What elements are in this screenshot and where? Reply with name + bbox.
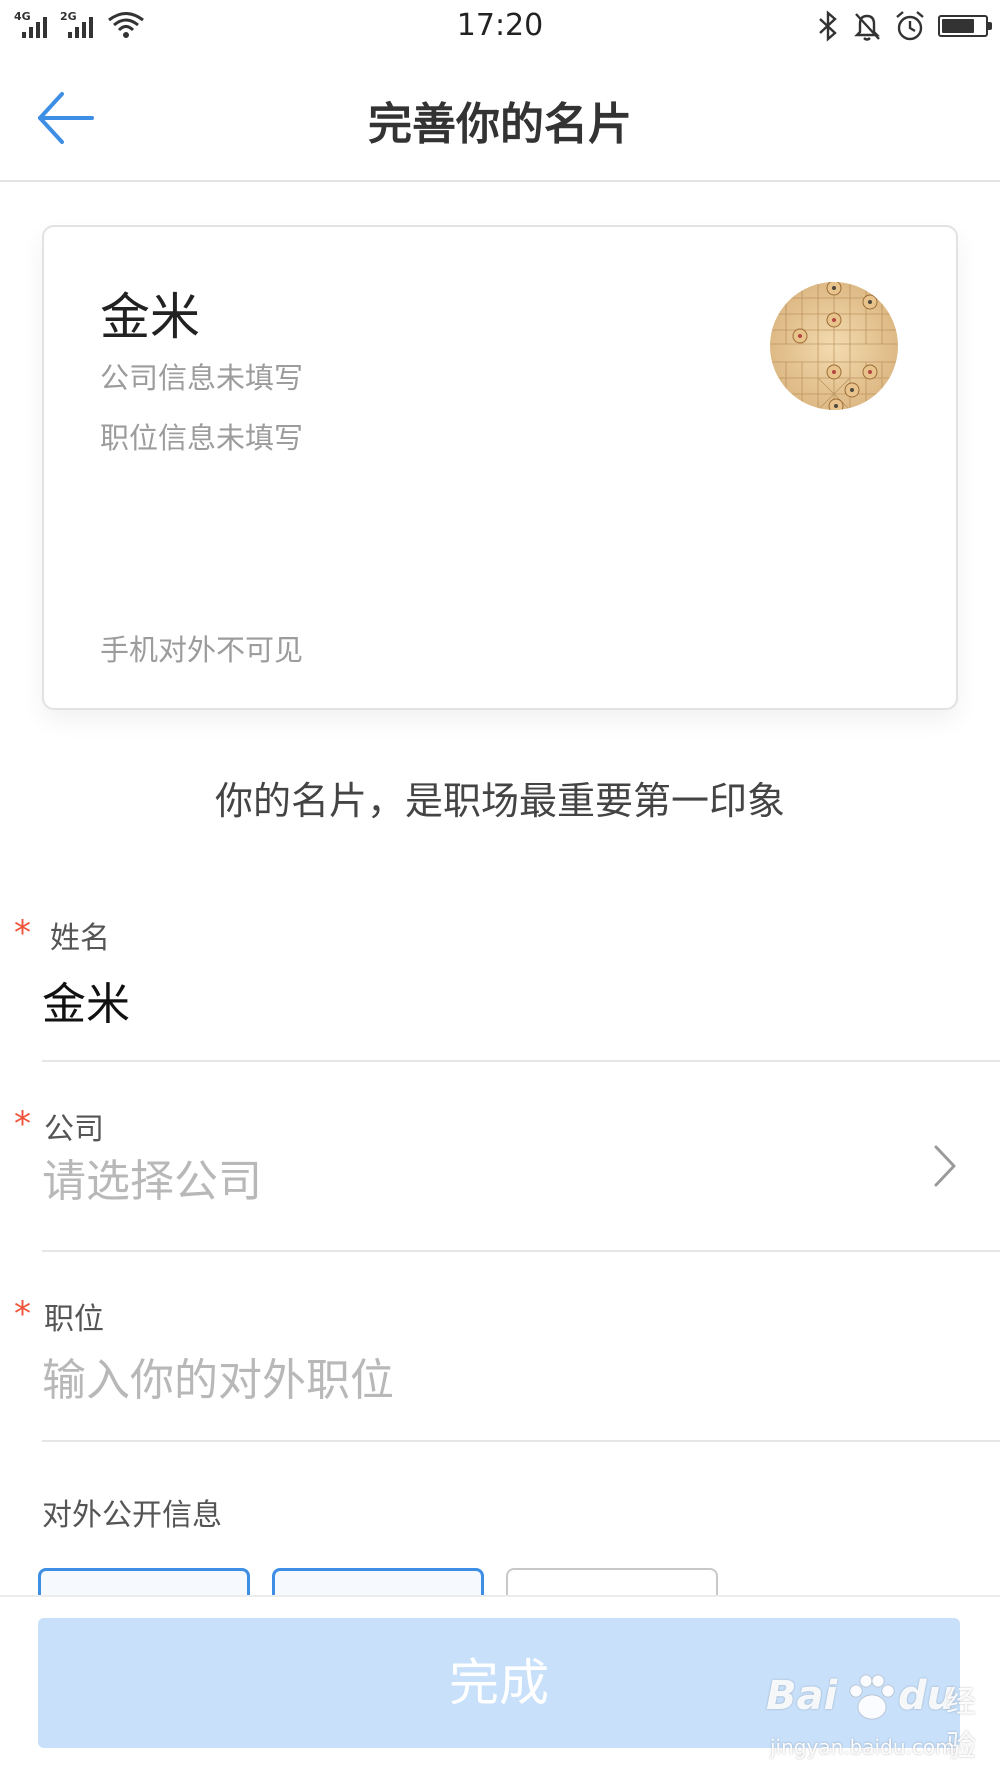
status-bar: 4G 2G 17:20 (0, 0, 1000, 52)
bluetooth-icon (819, 10, 837, 42)
avatar[interactable] (770, 282, 898, 410)
watermark-brand: Bai (766, 1673, 838, 1719)
required-mark: * (14, 913, 31, 953)
battery-level (942, 19, 974, 33)
divider (42, 1060, 1000, 1062)
position-label: 职位 (44, 1302, 104, 1337)
battery-icon (938, 15, 992, 37)
card-company: 公司信息未填写 (100, 361, 304, 395)
divider (42, 1250, 1000, 1252)
chevron-right-icon[interactable] (930, 1143, 960, 1189)
required-mark: * (14, 1104, 31, 1144)
position-input[interactable]: 输入你的对外职位 (42, 1344, 942, 1408)
page-title: 完善你的名片 (368, 99, 632, 150)
card-position: 职位信息未填写 (100, 421, 304, 455)
paw-icon (849, 1674, 895, 1720)
name-label: 姓名 (50, 921, 110, 956)
company-select[interactable]: 请选择公司 (42, 1145, 902, 1209)
required-mark: * (14, 1294, 31, 1334)
status-icons (816, 8, 992, 44)
public-info-label: 对外公开信息 (42, 1498, 222, 1533)
watermark-url: jingyan.baidu.com (770, 1735, 955, 1759)
divider (42, 1440, 1000, 1442)
nav-bar: 完善你的名片 (0, 52, 1000, 182)
name-input[interactable]: 金米 (42, 968, 942, 1032)
card-phone-note: 手机对外不可见 (100, 633, 304, 667)
card-name: 金米 (100, 288, 200, 346)
bell-off-icon (854, 13, 880, 41)
business-card-preview: 金米 公司信息未填写 职位信息未填写 手机对外不可见 (42, 225, 958, 710)
alarm-icon (896, 11, 924, 41)
baidu-watermark: Bai du 经验 jingyan.baidu.com (760, 1665, 1000, 1778)
company-label: 公司 (44, 1112, 104, 1147)
tagline: 你的名片，是职场最重要第一印象 (214, 779, 785, 823)
